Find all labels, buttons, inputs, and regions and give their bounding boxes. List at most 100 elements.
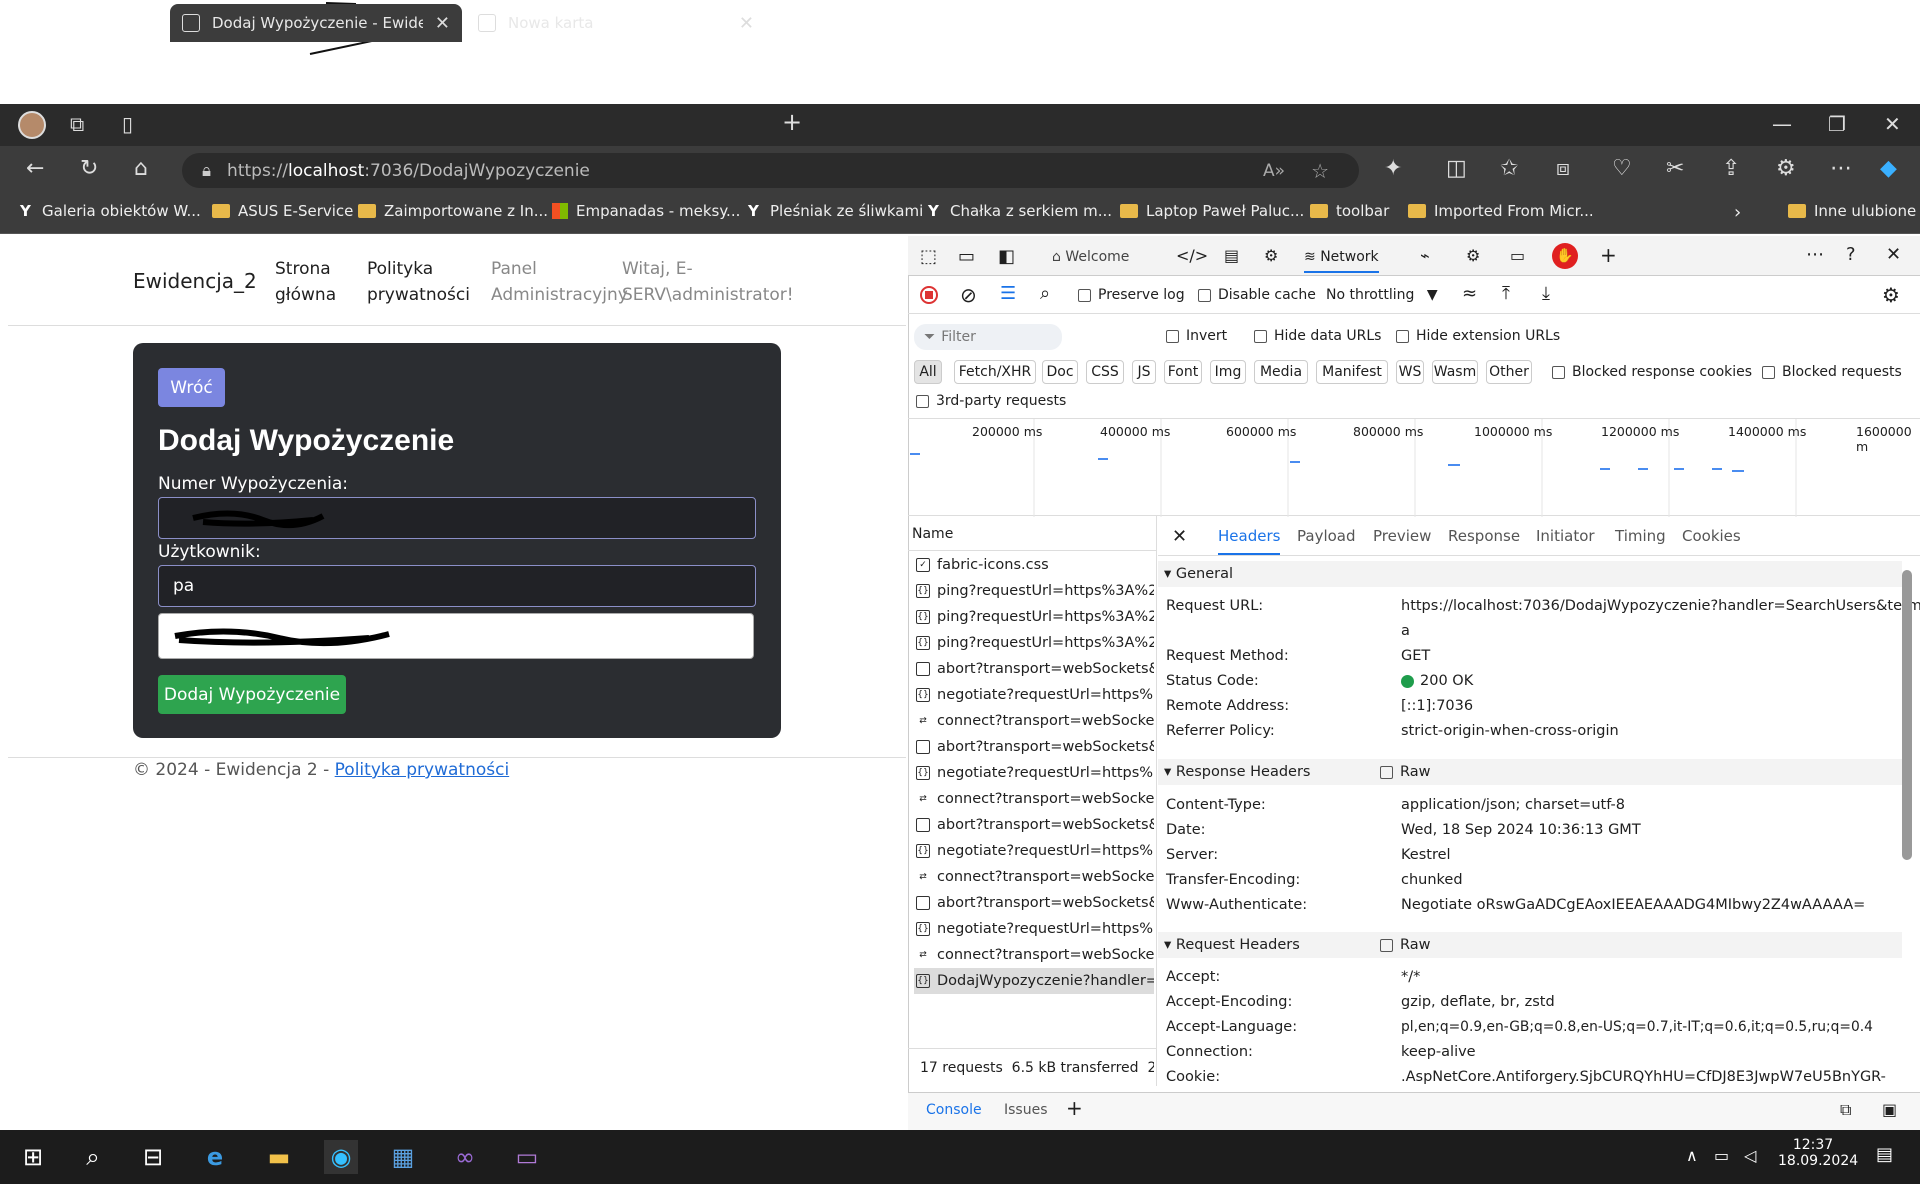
clear-icon[interactable]: ⊘	[960, 283, 977, 307]
footer-privacy-link[interactable]: Polityka prywatności	[335, 760, 510, 780]
blocked-cookies-checkbox[interactable]: Blocked response cookies	[1552, 364, 1752, 380]
tab-welcome[interactable]: ⌂ Welcome	[1052, 249, 1129, 265]
request-row[interactable]: ⇄ connect?transport=webSocket...	[914, 942, 1154, 968]
detail-tab-timing[interactable]: Timing	[1615, 527, 1666, 545]
share-icon[interactable]: ⇪	[1722, 156, 1740, 181]
submit-button[interactable]: Dodaj Wypożyczenie	[158, 675, 346, 714]
collections-icon[interactable]: ⧈	[1556, 156, 1570, 181]
file-explorer-icon[interactable]: ▬	[262, 1140, 296, 1174]
memory-icon[interactable]: ⚙	[1466, 246, 1480, 265]
detail-tab-cookies[interactable]: Cookies	[1682, 527, 1741, 545]
request-row[interactable]: ⇄ connect?transport=webSocket...	[914, 708, 1154, 734]
detail-tab-preview[interactable]: Preview	[1373, 527, 1431, 545]
performance-icon[interactable]: ⚙	[1776, 156, 1796, 181]
internet-explorer-icon[interactable]: e	[198, 1140, 232, 1174]
dock-icon[interactable]: ◧	[998, 246, 1015, 267]
raw-checkbox[interactable]: Raw	[1380, 764, 1431, 780]
sources-icon[interactable]: ⚙	[1264, 246, 1278, 265]
browser-essentials-icon[interactable]: ♡	[1612, 156, 1632, 181]
blocked-requests-checkbox[interactable]: Blocked requests	[1762, 364, 1902, 380]
back-button[interactable]: Wróć	[158, 368, 225, 407]
performance-icon[interactable]: ⌁	[1420, 246, 1430, 265]
request-row[interactable]: abort?transport=webSockets&...	[914, 890, 1154, 916]
favorites-icon[interactable]: ✩	[1500, 156, 1518, 181]
request-row[interactable]: {} negotiate?requestUrl=https%3...	[914, 760, 1154, 786]
detail-tab-initiator[interactable]: Initiator	[1536, 527, 1595, 545]
new-tab-plus-icon[interactable]: +	[782, 108, 802, 136]
more-menu-icon[interactable]: ⋯	[1830, 156, 1852, 181]
tab-network[interactable]: ≋ Network	[1304, 249, 1379, 273]
request-headers-section[interactable]: ▾ Request Headers Raw	[1158, 932, 1902, 958]
edge-browser-icon[interactable]: ◉	[324, 1140, 358, 1174]
request-row[interactable]: abort?transport=webSockets&...	[914, 656, 1154, 682]
detail-tab-payload[interactable]: Payload	[1297, 527, 1356, 545]
third-party-checkbox[interactable]: 3rd-party requests	[916, 393, 1066, 409]
chip-font[interactable]: Font	[1164, 360, 1202, 384]
vertical-tabs-icon[interactable]: ▯	[122, 112, 133, 136]
restore-icon[interactable]: ❐	[1828, 112, 1846, 136]
address-bar[interactable]: 🔒︎ https://localhost:7036/DodajWypozycze…	[182, 153, 1359, 188]
general-section-header[interactable]: ▾ General	[1158, 561, 1902, 587]
nav-polityka[interactable]: Polityka prywatności	[367, 256, 470, 308]
fav-empanadas[interactable]: Empanadas - meksy...	[552, 202, 740, 220]
nav-strona-glowna[interactable]: Strona główna	[275, 256, 336, 308]
copilot-icon[interactable]: ◆	[1880, 156, 1897, 181]
request-row[interactable]: {} negotiate?requestUrl=https%3...	[914, 682, 1154, 708]
close-devtools-icon[interactable]: ✕	[1886, 244, 1901, 265]
volume-muted-icon[interactable]: ◁	[1744, 1146, 1756, 1165]
tab-nowa-karta[interactable]: Nowa karta ✕	[466, 4, 766, 42]
chevron-right-icon[interactable]: ›	[1734, 202, 1741, 223]
site-brand[interactable]: Ewidencja_2	[133, 268, 257, 294]
chip-css[interactable]: CSS	[1086, 360, 1124, 384]
profile-avatar[interactable]	[18, 111, 46, 139]
drawer-tab-console[interactable]: Console	[926, 1102, 982, 1118]
request-row[interactable]: {} ping?requestUrl=https%3A%2...	[914, 630, 1154, 656]
filter-toggle-icon[interactable]: ☰	[1000, 283, 1016, 304]
chip-other[interactable]: Other	[1486, 360, 1532, 384]
hide-extension-urls-checkbox[interactable]: Hide extension URLs	[1396, 328, 1560, 344]
screenshot-icon[interactable]: ✂	[1666, 156, 1684, 181]
record-icon[interactable]	[920, 286, 938, 304]
nav-panel-admin[interactable]: Panel Administracyjny	[491, 256, 628, 308]
chip-doc[interactable]: Doc	[1042, 360, 1078, 384]
close-detail-icon[interactable]: ✕	[1172, 526, 1187, 547]
stop-hand-icon[interactable]: ✋	[1552, 243, 1578, 269]
server-manager-icon[interactable]: ▦	[386, 1140, 420, 1174]
application-icon[interactable]: ▭	[1510, 246, 1525, 265]
tray-chevron-icon[interactable]: ∧	[1686, 1146, 1698, 1165]
task-view-icon[interactable]: ⊟	[136, 1140, 170, 1174]
invert-checkbox[interactable]: Invert	[1166, 328, 1227, 344]
response-headers-section[interactable]: ▾ Response Headers Raw	[1158, 759, 1902, 785]
taskbar-search-icon[interactable]: ⌕	[76, 1140, 110, 1174]
fav-inne[interactable]: Inne ulubione	[1788, 202, 1916, 220]
request-row[interactable]: {} negotiate?requestUrl=https%3...	[914, 916, 1154, 942]
close-tab-icon[interactable]: ✕	[739, 13, 754, 34]
raw-checkbox[interactable]: Raw	[1380, 937, 1431, 953]
user-input[interactable]: pa	[158, 565, 756, 607]
fav-chalka[interactable]: Y Chałka z serkiem m...	[928, 202, 1112, 220]
request-row[interactable]: ⇄ connect?transport=webSocket...	[914, 786, 1154, 812]
windows-start-icon[interactable]: ⊞	[16, 1140, 50, 1174]
elements-icon[interactable]: </>	[1176, 246, 1208, 265]
extensions-icon[interactable]: ✦	[1384, 156, 1402, 181]
fav-plesniak[interactable]: Y Pleśniak ze śliwkami	[748, 202, 923, 220]
preserve-log-checkbox[interactable]: Preserve log	[1078, 287, 1185, 303]
network-settings-gear-icon[interactable]: ⚙	[1882, 283, 1900, 307]
filter-input[interactable]: ⏷ Filter	[914, 324, 1062, 350]
network-conditions-icon[interactable]: ≈	[1462, 283, 1477, 304]
export-har-icon[interactable]: ⤓	[1542, 283, 1550, 304]
split-screen-icon[interactable]: ◫	[1446, 156, 1467, 181]
import-har-icon[interactable]: ⤒	[1502, 283, 1510, 304]
fav-asus[interactable]: ASUS E-Service	[212, 202, 353, 220]
request-row-selected[interactable]: {} DodajWypozyczenie?handler=...	[914, 968, 1154, 994]
chip-all[interactable]: All	[914, 360, 942, 384]
tab-dodaj-wypozyczenie[interactable]: Dodaj Wypożyczenie - Ewidencja ✕	[170, 4, 462, 42]
disable-cache-checkbox[interactable]: Disable cache	[1198, 287, 1316, 303]
minimize-icon[interactable]: —	[1772, 112, 1792, 136]
device-toolbar-icon[interactable]: ▭	[958, 246, 975, 267]
notifications-icon[interactable]: ▤	[1876, 1144, 1893, 1165]
drawer-add-plus-icon[interactable]: +	[1066, 1096, 1083, 1120]
request-row[interactable]: abort?transport=webSockets&...	[914, 812, 1154, 838]
chip-js[interactable]: JS	[1132, 360, 1156, 384]
chip-ws[interactable]: WS	[1396, 360, 1424, 384]
